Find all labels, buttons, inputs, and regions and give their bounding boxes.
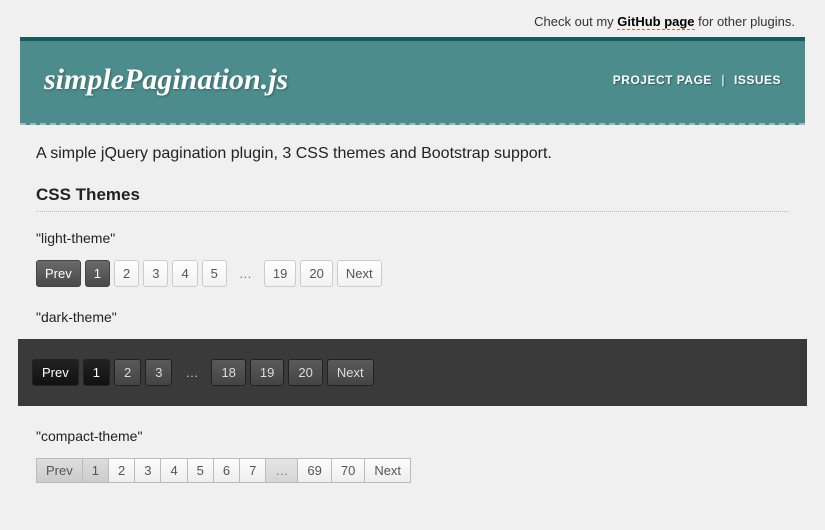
dark-page-19[interactable]: 19: [250, 359, 284, 386]
light-page-3[interactable]: 3: [143, 260, 168, 287]
dark-next-button[interactable]: Next: [327, 359, 374, 386]
dark-page-3[interactable]: 3: [145, 359, 172, 386]
section-title: CSS Themes: [36, 185, 789, 212]
compact-ellipsis: …: [266, 459, 298, 482]
compact-page-6[interactable]: 6: [214, 459, 240, 482]
compact-page-5[interactable]: 5: [188, 459, 214, 482]
page-title: simplePagination.js: [44, 63, 288, 97]
dark-page-18[interactable]: 18: [211, 359, 245, 386]
light-pagination: Prev12345…1920Next: [36, 260, 789, 287]
compact-page-4[interactable]: 4: [161, 459, 187, 482]
compact-next-button[interactable]: Next: [365, 459, 410, 482]
light-prev-button[interactable]: Prev: [36, 260, 81, 287]
light-theme-label: "light-theme": [36, 230, 789, 246]
nav-issues[interactable]: ISSUES: [734, 73, 781, 87]
dark-pagination-wrap: Prev123…181920Next: [18, 339, 807, 406]
description: A simple jQuery pagination plugin, 3 CSS…: [36, 145, 789, 163]
light-ellipsis: …: [231, 261, 260, 286]
compact-page-7[interactable]: 7: [240, 459, 266, 482]
nav-separator: |: [721, 73, 724, 87]
compact-page-70[interactable]: 70: [332, 459, 365, 482]
light-page-1[interactable]: 1: [85, 260, 110, 287]
dark-theme-label: "dark-theme": [36, 309, 789, 325]
compact-theme-label: "compact-theme": [36, 428, 789, 444]
nav-project-page[interactable]: PROJECT PAGE: [613, 73, 712, 87]
top-notice: Check out my GitHub page for other plugi…: [0, 0, 825, 37]
light-page-20[interactable]: 20: [300, 260, 332, 287]
compact-page-1[interactable]: 1: [83, 459, 109, 482]
dark-page-2[interactable]: 2: [114, 359, 141, 386]
github-link[interactable]: GitHub page: [617, 14, 694, 30]
dark-page-1[interactable]: 1: [83, 359, 110, 386]
top-notice-pre: Check out my: [534, 14, 617, 29]
header-nav: PROJECT PAGE | ISSUES: [613, 73, 781, 87]
light-page-4[interactable]: 4: [172, 260, 197, 287]
light-page-2[interactable]: 2: [114, 260, 139, 287]
light-page-19[interactable]: 19: [264, 260, 296, 287]
dark-prev-button[interactable]: Prev: [32, 359, 79, 386]
dark-ellipsis: …: [176, 360, 207, 385]
content: A simple jQuery pagination plugin, 3 CSS…: [0, 125, 825, 525]
header: simplePagination.js PROJECT PAGE | ISSUE…: [20, 37, 805, 125]
dark-page-20[interactable]: 20: [288, 359, 322, 386]
compact-page-69[interactable]: 69: [298, 459, 331, 482]
compact-pagination: Prev1234567…6970Next: [36, 458, 411, 483]
dark-pagination: Prev123…181920Next: [32, 359, 793, 386]
compact-page-2[interactable]: 2: [109, 459, 135, 482]
compact-prev-button[interactable]: Prev: [37, 459, 83, 482]
compact-page-3[interactable]: 3: [135, 459, 161, 482]
top-notice-post: for other plugins.: [695, 14, 795, 29]
light-page-5[interactable]: 5: [202, 260, 227, 287]
light-next-button[interactable]: Next: [337, 260, 382, 287]
